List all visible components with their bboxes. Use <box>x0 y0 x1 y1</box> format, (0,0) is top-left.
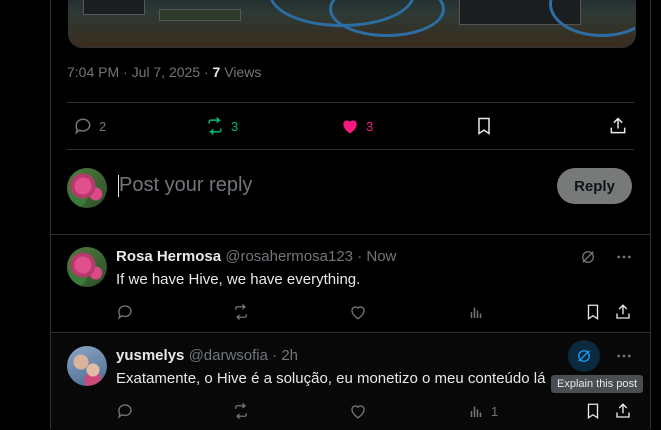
reply-icon <box>117 305 132 320</box>
router-shape <box>83 0 145 15</box>
timestamp[interactable]: 2h <box>281 347 298 364</box>
views-label: Views <box>224 64 262 80</box>
bookmark-icon <box>478 117 490 135</box>
more-button[interactable] <box>612 344 636 368</box>
cable-shape <box>329 0 445 37</box>
repost-icon <box>208 117 222 135</box>
cable-shape <box>549 0 635 37</box>
post-top-icons <box>576 245 636 269</box>
heart-icon <box>351 405 365 419</box>
handle[interactable]: @darwsofia <box>189 347 268 364</box>
post-top-icons <box>568 340 636 372</box>
like-action[interactable]: 3 <box>340 103 373 149</box>
share-icon <box>616 304 630 319</box>
reply-action[interactable]: 2 <box>73 103 106 149</box>
post-image[interactable] <box>68 0 636 48</box>
repost-icon <box>235 304 247 320</box>
post-header: Rosa Hermosa @rosahermosa123 · Now <box>116 248 397 265</box>
bookmark-action[interactable] <box>474 103 494 149</box>
post-text: Exatamente, o Hive é a solução, eu monet… <box>116 370 546 387</box>
reply-post[interactable]: Rosa Hermosa @rosahermosa123 · Now If we… <box>51 235 650 333</box>
post-time[interactable]: 7:04 PM <box>67 64 119 80</box>
reply-composer: Post your reply Reply <box>51 150 650 235</box>
repost-action[interactable] <box>232 402 250 420</box>
bookmark-icon <box>587 403 599 420</box>
explain-tooltip: Explain this post <box>551 375 644 393</box>
timeline-column: 7:04 PM · Jul 7, 2025 · 7 Views 2 3 3 Po… <box>50 0 651 430</box>
like-action[interactable] <box>349 402 367 420</box>
post-header: yusmelys @darwsofia · 2h <box>116 347 299 364</box>
bookmark-action[interactable] <box>584 402 602 420</box>
post-meta: 7:04 PM · Jul 7, 2025 · 7 Views <box>67 64 262 80</box>
reply-button[interactable]: Reply <box>557 168 632 204</box>
views-action[interactable]: 1 <box>467 402 498 420</box>
display-name[interactable]: yusmelys <box>116 347 184 364</box>
analytics-icon <box>470 307 482 318</box>
avatar[interactable] <box>67 346 107 386</box>
share-action[interactable] <box>614 303 632 321</box>
grok-explain-button[interactable] <box>568 340 600 372</box>
like-action[interactable] <box>349 303 367 321</box>
views-action[interactable] <box>467 303 491 321</box>
reply-actions <box>116 303 636 325</box>
more-icon <box>617 354 631 358</box>
reply-action[interactable] <box>116 402 134 420</box>
post-actions: 2 3 3 <box>67 103 634 149</box>
analytics-icon <box>470 406 482 417</box>
share-icon <box>610 117 626 134</box>
reply-actions: 1 <box>116 402 636 424</box>
more-icon <box>617 255 631 259</box>
timestamp[interactable]: Now <box>366 248 396 265</box>
share-action[interactable] <box>608 103 628 149</box>
display-name[interactable]: Rosa Hermosa <box>116 248 221 265</box>
views-count: 7 <box>212 64 221 80</box>
grok-explain-button[interactable] <box>576 245 600 269</box>
grok-icon <box>582 251 594 263</box>
reply-action[interactable] <box>116 303 134 321</box>
bookmark-action[interactable] <box>584 303 602 321</box>
repost-action[interactable]: 3 <box>205 103 238 149</box>
reply-input[interactable]: Post your reply <box>119 174 252 197</box>
heart-icon <box>343 120 357 134</box>
more-button[interactable] <box>612 245 636 269</box>
avatar[interactable] <box>67 168 107 208</box>
reply-icon <box>117 404 132 419</box>
reply-icon <box>75 118 91 135</box>
share-icon <box>616 403 630 418</box>
post-date[interactable]: Jul 7, 2025 <box>132 64 201 80</box>
handle[interactable]: @rosahermosa123 <box>225 248 353 265</box>
post-text: If we have Hive, we have everything. <box>116 271 361 288</box>
avatar[interactable] <box>67 247 107 287</box>
grok-icon <box>578 350 590 362</box>
bookmark-icon <box>587 304 599 321</box>
heart-icon <box>351 306 365 320</box>
repost-action[interactable] <box>232 303 250 321</box>
circuit-board-shape <box>159 9 241 21</box>
share-action[interactable] <box>614 402 632 420</box>
repost-icon <box>235 403 247 419</box>
